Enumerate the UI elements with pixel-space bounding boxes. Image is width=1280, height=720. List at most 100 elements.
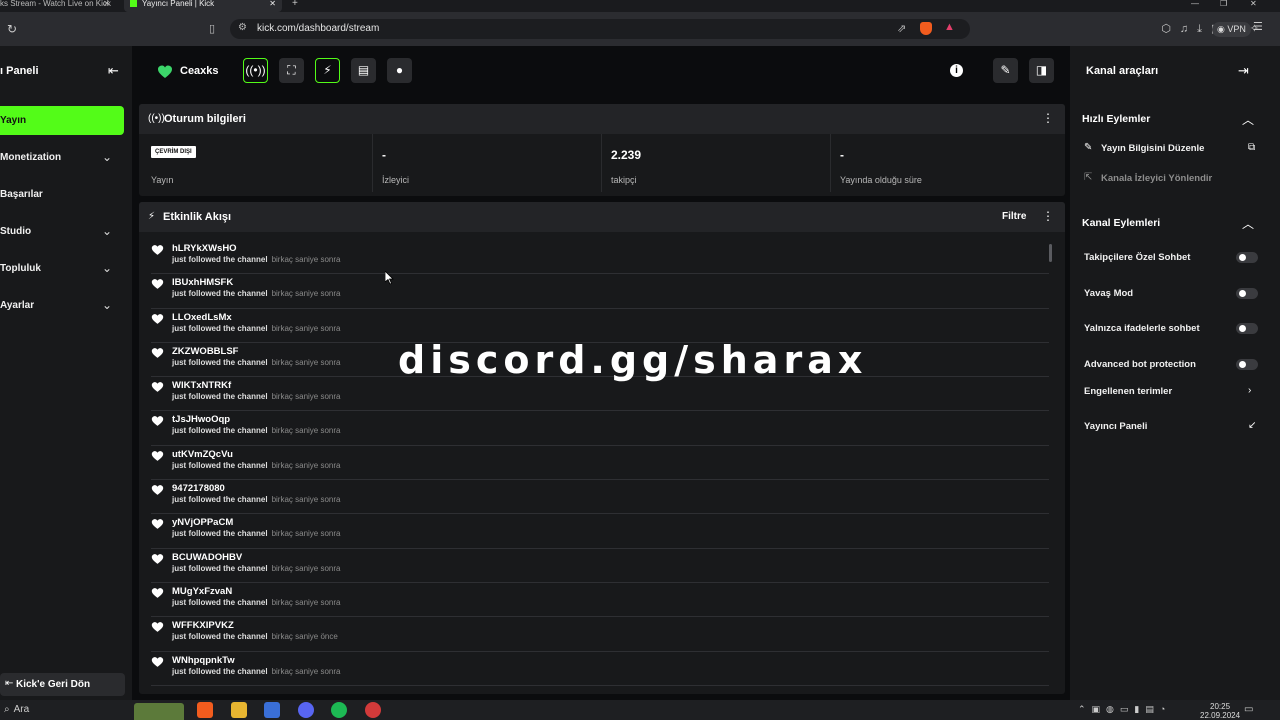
heart-icon: [151, 656, 164, 667]
notification-icon[interactable]: ▭: [1244, 704, 1253, 715]
reload-icon[interactable]: ↻: [7, 22, 17, 36]
raid-channel-action[interactable]: Kanala İzleyici Yönlendir: [1101, 173, 1212, 184]
emote-only-chat-toggle[interactable]: [1236, 323, 1258, 334]
bookmark-icon[interactable]: ▯: [209, 22, 215, 35]
follower-username[interactable]: IBUxhHMSFK: [172, 277, 233, 288]
url-field[interactable]: ⚙ kick.com/dashboard/stream ⇗ ▲: [230, 19, 970, 39]
heart-icon: [151, 450, 164, 461]
browser-tab-active[interactable]: Yayıncı Paneli | Kick ✕: [124, 0, 282, 12]
chevron-down-icon[interactable]: ⌄: [102, 150, 112, 164]
app-icon[interactable]: [365, 702, 381, 718]
sidebar-item-yayin[interactable]: Yayın: [0, 106, 124, 135]
channel-actions-title[interactable]: Kanal Eylemleri: [1082, 217, 1160, 229]
notes-button[interactable]: ▤: [351, 58, 376, 83]
follower-username[interactable]: WFFKXIPVKZ: [172, 620, 234, 631]
file-explorer-icon[interactable]: [231, 702, 247, 718]
channel-avatar-icon[interactable]: [157, 64, 173, 80]
brave-browser-icon[interactable]: [197, 702, 213, 718]
follower-username[interactable]: utKVmZQcVu: [172, 449, 233, 460]
creator-dashboard-link[interactable]: Yayıncı Paneli: [1084, 421, 1147, 432]
activity-event-row[interactable]: IBUxhHMSFK just followed the channel birka…: [151, 274, 1049, 309]
window-close-icon[interactable]: ✕: [1250, 0, 1257, 8]
chevron-up-icon[interactable]: ︿: [1242, 215, 1254, 232]
chevron-up-icon[interactable]: ︿: [1242, 111, 1254, 128]
activity-event-row[interactable]: WNhpqpnkTw just followed the channel birka…: [151, 652, 1049, 686]
follower-username[interactable]: MUgYxFzvaN: [172, 586, 232, 597]
arrow-down-left-icon[interactable]: ↙: [1248, 420, 1256, 431]
close-icon[interactable]: ✕: [269, 0, 276, 8]
chevron-down-icon[interactable]: ⌄: [102, 261, 112, 275]
follower-username[interactable]: 9472178080: [172, 483, 225, 494]
app-icon[interactable]: [264, 702, 280, 718]
sidebar-item-ayarlar[interactable]: Ayarlar: [0, 300, 34, 311]
new-tab-button[interactable]: +: [292, 0, 298, 9]
search-label: Ara: [13, 704, 30, 715]
channel-name[interactable]: Ceaxks: [180, 65, 219, 77]
address-bar: ↻ ▯ ⚙ kick.com/dashboard/stream ⇗ ▲ ⬡♫⤓▣…: [0, 12, 1280, 46]
info-icon[interactable]: i: [950, 64, 963, 77]
url-text[interactable]: kick.com/dashboard/stream: [257, 23, 379, 34]
brave-shield-icon[interactable]: [920, 22, 932, 35]
follower-username[interactable]: hLRYkXWsHO: [172, 243, 237, 254]
activity-event-row[interactable]: WlKTxNTRKf just followed the channel birka…: [151, 377, 1049, 412]
follower-username[interactable]: yNVjOPPaCM: [172, 517, 233, 528]
sidebar-item-basarilar[interactable]: Başarılar: [0, 189, 43, 200]
more-options-icon[interactable]: ⋮: [1042, 111, 1054, 125]
taskbar-clock[interactable]: 20:25 22.09.2024: [1200, 702, 1240, 720]
follower-username[interactable]: WlKTxNTRKf: [172, 380, 231, 391]
activity-event-row[interactable]: yNVjOPPaCM just followed the channel birka…: [151, 514, 1049, 549]
more-options-icon[interactable]: ⋮: [1042, 209, 1054, 223]
slow-mode-toggle[interactable]: [1236, 288, 1258, 299]
chat-button[interactable]: ●: [387, 58, 412, 83]
minimize-icon[interactable]: —: [1191, 0, 1199, 8]
stream-preview-button[interactable]: ⛶: [279, 58, 304, 83]
back-to-kick-button[interactable]: ⇤ Kick'e Geri Dön: [0, 673, 125, 696]
activity-event-row[interactable]: utKVmZQcVu just followed the channel birka…: [151, 446, 1049, 481]
add-widget-button[interactable]: ◨: [1029, 58, 1054, 83]
edit-layout-button[interactable]: ✎: [993, 58, 1018, 83]
system-tray-icons[interactable]: ⌃▣◍▭▮▤◔: [1078, 704, 1171, 715]
bot-protection-toggle[interactable]: [1236, 359, 1258, 370]
sidebar-item-monetization[interactable]: Monetization: [0, 152, 61, 163]
vpn-button[interactable]: ◉ VPN: [1212, 22, 1251, 37]
follower-username[interactable]: tJsJHwoOqp: [172, 414, 230, 425]
sidebar-item-studio[interactable]: Studio: [0, 226, 31, 237]
scrollbar-thumb[interactable]: [1049, 244, 1052, 262]
activity-event-row[interactable]: WFFKXIPVKZ just followed the channel birka…: [151, 617, 1049, 652]
chevron-down-icon[interactable]: ⌄: [102, 224, 112, 238]
sidebar-item-topluluk[interactable]: Topluluk: [0, 263, 41, 274]
activity-event-row[interactable]: tJsJHwoOqp just followed the channel birka…: [151, 411, 1049, 446]
pencil-icon: ✎: [1084, 142, 1093, 153]
quick-actions-title[interactable]: Hızlı Eylemler: [1082, 113, 1150, 125]
share-icon[interactable]: ⇗: [897, 22, 906, 35]
stream-info-button[interactable]: ((•)): [243, 58, 268, 83]
heart-icon: [151, 279, 164, 290]
taskbar-search[interactable]: ⌕ Ara: [0, 704, 29, 715]
spotify-icon[interactable]: [331, 702, 347, 718]
chevron-down-icon[interactable]: ⌄: [102, 298, 112, 312]
followers-only-chat-toggle[interactable]: [1236, 252, 1258, 263]
collapse-panel-icon[interactable]: ⇥: [1238, 63, 1249, 79]
follower-username[interactable]: LLOxedLsMx: [172, 312, 232, 323]
close-icon[interactable]: ✕: [103, 0, 110, 8]
maximize-icon[interactable]: ❐: [1220, 0, 1227, 8]
follower-username[interactable]: WNhpqpnkTw: [172, 655, 235, 666]
activity-feed-button[interactable]: ⚡: [315, 58, 340, 83]
filter-button[interactable]: Filtre: [1002, 211, 1026, 222]
activity-event-row[interactable]: hLRYkXWsHO just followed the channel birka…: [151, 240, 1049, 275]
collapse-sidebar-icon[interactable]: ⇤: [108, 63, 119, 79]
browser-tab[interactable]: ks Stream - Watch Live on Kick ✕: [0, 0, 116, 12]
activity-event-row[interactable]: BCUWADOHBV just followed the channel birka…: [151, 549, 1049, 583]
menu-icon[interactable]: ☰: [1253, 22, 1263, 33]
activity-event-row[interactable]: MUgYxFzvaN just followed the channel birka…: [151, 583, 1049, 618]
follower-username[interactable]: BCUWADOHBV: [172, 552, 242, 563]
blocked-terms-link[interactable]: Engellenen terimler: [1084, 386, 1172, 397]
chevron-right-icon[interactable]: ›: [1248, 385, 1251, 396]
follower-username[interactable]: ZKZWOBBLSF: [172, 346, 239, 357]
brave-rewards-icon[interactable]: ▲: [944, 21, 955, 33]
activity-event-row[interactable]: 9472178080 just followed the channel birka…: [151, 480, 1049, 515]
site-settings-icon[interactable]: ⚙: [238, 22, 247, 33]
edit-stream-info-action[interactable]: Yayın Bilgisini Düzenle: [1101, 143, 1204, 154]
taskbar-widget-thumbnail[interactable]: [134, 703, 184, 720]
discord-icon[interactable]: [298, 702, 314, 718]
